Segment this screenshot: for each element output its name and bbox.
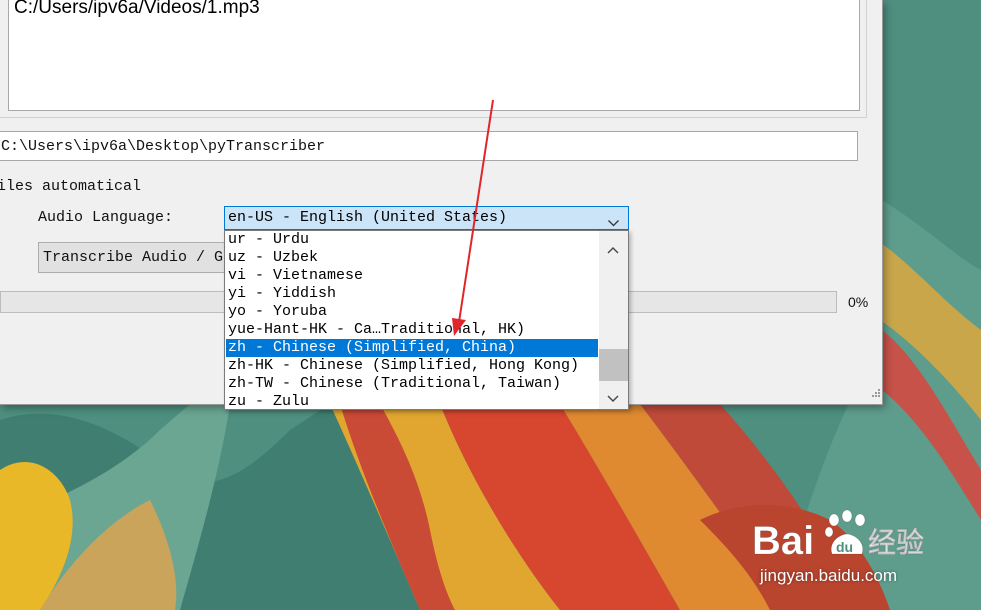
progress-percent: 0% <box>848 294 869 310</box>
language-dropdown-list[interactable]: ur - Urdu uz - Uzbek vi - Vietnamese yi … <box>224 230 629 410</box>
language-option[interactable]: yo - Yoruba <box>226 303 598 321</box>
language-option[interactable]: zh-HK - Chinese (Simplified, Hong Kong) <box>226 357 598 375</box>
output-folder-field[interactable]: C:\Users\ipv6a\Desktop\pyTranscriber <box>0 131 858 161</box>
language-option[interactable]: yi - Yiddish <box>226 285 598 303</box>
watermark-url: jingyan.baidu.com <box>760 566 898 585</box>
language-option[interactable]: ur - Urdu <box>226 231 598 249</box>
audio-language-selected: en-US - English (United States) <box>228 209 508 226</box>
language-option[interactable]: zu - Zulu <box>226 393 598 411</box>
file-list-item[interactable]: C:/Users/ipv6a/Videos/1.mp3 <box>14 0 260 19</box>
svg-text:du: du <box>836 539 853 555</box>
baidu-logo: Bai du 经验 <box>752 509 924 563</box>
language-option[interactable]: yue-Hant-HK - Ca…Traditional, HK) <box>226 321 598 339</box>
dropdown-scrollbar[interactable] <box>599 231 628 409</box>
language-option[interactable]: uz - Uzbek <box>226 249 598 267</box>
svg-text:经验: 经验 <box>868 526 924 558</box>
language-option[interactable]: zh-TW - Chinese (Traditional, Taiwan) <box>226 375 598 393</box>
audio-language-combobox[interactable]: en-US - English (United States) <box>224 206 629 230</box>
scroll-down-icon[interactable] <box>607 390 619 408</box>
language-option[interactable]: zh - Chinese (Simplified, China) <box>226 339 598 357</box>
audio-language-label: Audio Language: <box>38 209 174 226</box>
language-option[interactable]: vi - Vietnamese <box>226 267 598 285</box>
scrollbar-thumb[interactable] <box>599 349 628 381</box>
resize-grip-icon[interactable] <box>870 385 881 403</box>
transcribe-button[interactable]: Transcribe Audio / Ge <box>38 242 238 273</box>
transcribe-button-label: Transcribe Audio / Ge <box>43 249 233 266</box>
svg-text:Bai: Bai <box>752 519 814 563</box>
scroll-up-icon[interactable] <box>607 241 619 259</box>
subtitles-option-label: iles automatical <box>0 178 142 195</box>
file-list[interactable]: C:/Users/ipv6a/Videos/1.mp3 <box>8 0 860 111</box>
